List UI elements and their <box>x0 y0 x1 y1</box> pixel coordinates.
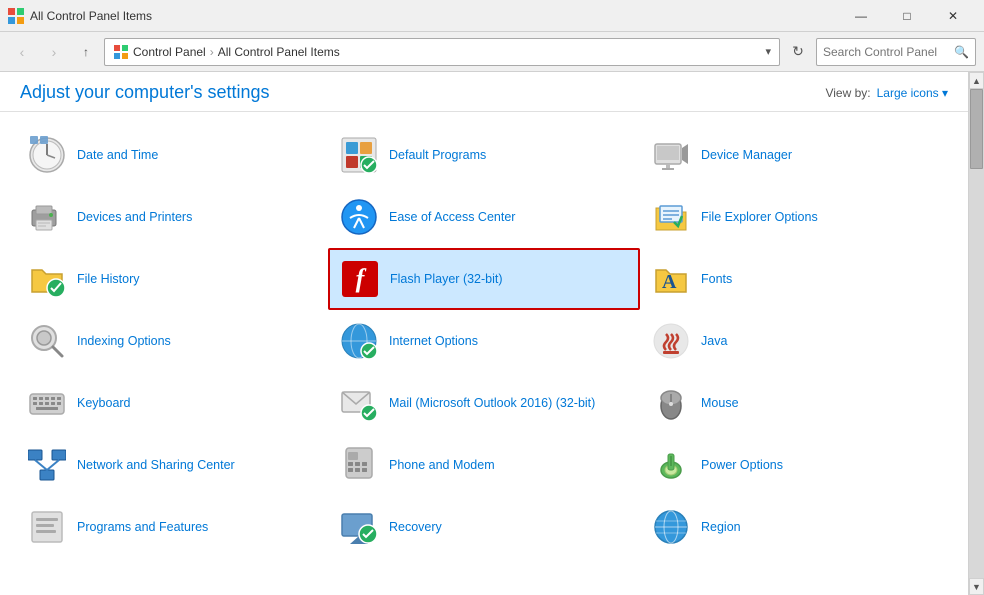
region-icon <box>651 507 691 547</box>
date-time-icon <box>27 135 67 175</box>
minimize-button[interactable]: — <box>838 0 884 32</box>
java-label: Java <box>701 333 727 349</box>
flash-player-label: Flash Player (32-bit) <box>390 271 503 287</box>
mouse-label: Mouse <box>701 395 739 411</box>
devices-printers-label: Devices and Printers <box>77 209 192 225</box>
scroll-down-button[interactable]: ▼ <box>969 578 984 595</box>
devices-printers-icon <box>27 197 67 237</box>
view-mode-selector[interactable]: Large icons ▾ <box>877 86 948 100</box>
file-explorer-options-label: File Explorer Options <box>701 209 818 225</box>
indexing-options-icon <box>27 321 67 361</box>
item-date-time[interactable]: Date and Time <box>16 124 328 186</box>
search-input[interactable] <box>823 45 950 59</box>
ease-of-access-icon <box>339 197 379 237</box>
scrollbar-track[interactable] <box>969 89 984 578</box>
item-file-history[interactable]: File History <box>16 248 328 310</box>
address-box[interactable]: Control Panel › All Control Panel Items … <box>104 38 780 66</box>
java-icon <box>651 321 691 361</box>
view-by-label: View by: <box>825 86 870 100</box>
flash-player-icon: f <box>340 259 380 299</box>
item-internet-options[interactable]: Internet Options <box>328 310 640 372</box>
default-programs-label: Default Programs <box>389 147 486 163</box>
item-fonts[interactable]: A Fonts <box>640 248 952 310</box>
device-manager-icon <box>651 135 691 175</box>
programs-features-label: Programs and Features <box>77 519 208 535</box>
recovery-icon <box>339 507 379 547</box>
forward-button[interactable]: › <box>40 38 68 66</box>
close-button[interactable]: ✕ <box>930 0 976 32</box>
item-flash-player[interactable]: f Flash Player (32-bit) <box>328 248 640 310</box>
item-programs-features[interactable]: Programs and Features <box>16 496 328 558</box>
programs-features-icon <box>27 507 67 547</box>
address-bar: ‹ › ↑ Control Panel › All Control Panel … <box>0 32 984 72</box>
app-icon <box>8 8 24 24</box>
scrollbar[interactable]: ▲ ▼ <box>968 72 984 595</box>
keyboard-icon <box>27 383 67 423</box>
mouse-icon <box>651 383 691 423</box>
item-power-options[interactable]: Power Options <box>640 434 952 496</box>
page-title: Adjust your computer's settings <box>20 82 270 103</box>
item-keyboard[interactable]: Keyboard <box>16 372 328 434</box>
date-time-label: Date and Time <box>77 147 158 163</box>
item-mail[interactable]: Mail (Microsoft Outlook 2016) (32-bit) <box>328 372 640 434</box>
header-bar: Adjust your computer's settings View by:… <box>0 72 968 112</box>
mail-label: Mail (Microsoft Outlook 2016) (32-bit) <box>389 395 595 411</box>
up-button[interactable]: ↑ <box>72 38 100 66</box>
item-network-sharing[interactable]: Network and Sharing Center <box>16 434 328 496</box>
power-options-icon <box>651 445 691 485</box>
file-history-label: File History <box>77 271 140 287</box>
window-controls: — □ ✕ <box>838 0 976 32</box>
maximize-button[interactable]: □ <box>884 0 930 32</box>
item-indexing-options[interactable]: Indexing Options <box>16 310 328 372</box>
item-region[interactable]: Region <box>640 496 952 558</box>
address-icon <box>113 44 129 60</box>
breadcrumb: Control Panel › All Control Panel Items <box>133 45 340 59</box>
item-mouse[interactable]: Mouse <box>640 372 952 434</box>
search-box[interactable]: 🔍 <box>816 38 976 66</box>
items-grid: Date and Time Default Programs <box>0 112 968 595</box>
phone-modem-icon <box>339 445 379 485</box>
search-icon: 🔍 <box>954 45 969 59</box>
file-history-icon <box>27 259 67 299</box>
default-programs-icon <box>339 135 379 175</box>
internet-options-icon <box>339 321 379 361</box>
keyboard-label: Keyboard <box>77 395 131 411</box>
network-sharing-label: Network and Sharing Center <box>77 457 235 473</box>
content-area: Adjust your computer's settings View by:… <box>0 72 984 595</box>
internet-options-label: Internet Options <box>389 333 478 349</box>
item-recovery[interactable]: Recovery <box>328 496 640 558</box>
indexing-options-label: Indexing Options <box>77 333 171 349</box>
phone-modem-label: Phone and Modem <box>389 457 495 473</box>
scrollbar-thumb[interactable] <box>970 89 983 169</box>
item-ease-of-access[interactable]: Ease of Access Center <box>328 186 640 248</box>
device-manager-label: Device Manager <box>701 147 792 163</box>
breadcrumb-part-1[interactable]: Control Panel <box>133 45 206 59</box>
scroll-up-button[interactable]: ▲ <box>969 72 984 89</box>
title-bar: All Control Panel Items — □ ✕ <box>0 0 984 32</box>
item-java[interactable]: Java <box>640 310 952 372</box>
item-file-explorer-options[interactable]: File Explorer Options <box>640 186 952 248</box>
main-panel: Adjust your computer's settings View by:… <box>0 72 968 595</box>
fonts-label: Fonts <box>701 271 732 287</box>
address-dropdown[interactable]: ▾ <box>765 45 771 58</box>
item-phone-modem[interactable]: Phone and Modem <box>328 434 640 496</box>
view-by-control: View by: Large icons ▾ <box>825 86 948 100</box>
item-device-manager[interactable]: Device Manager <box>640 124 952 186</box>
back-button[interactable]: ‹ <box>8 38 36 66</box>
power-options-label: Power Options <box>701 457 783 473</box>
file-explorer-options-icon <box>651 197 691 237</box>
item-default-programs[interactable]: Default Programs <box>328 124 640 186</box>
ease-of-access-label: Ease of Access Center <box>389 209 515 225</box>
svg-text:A: A <box>662 271 677 293</box>
region-label: Region <box>701 519 741 535</box>
refresh-button[interactable]: ↻ <box>784 38 812 66</box>
breadcrumb-part-2[interactable]: All Control Panel Items <box>218 45 340 59</box>
fonts-icon: A <box>651 259 691 299</box>
network-sharing-icon <box>27 445 67 485</box>
mail-icon <box>339 383 379 423</box>
item-devices-printers[interactable]: Devices and Printers <box>16 186 328 248</box>
window-title: All Control Panel Items <box>30 9 838 23</box>
recovery-label: Recovery <box>389 519 442 535</box>
